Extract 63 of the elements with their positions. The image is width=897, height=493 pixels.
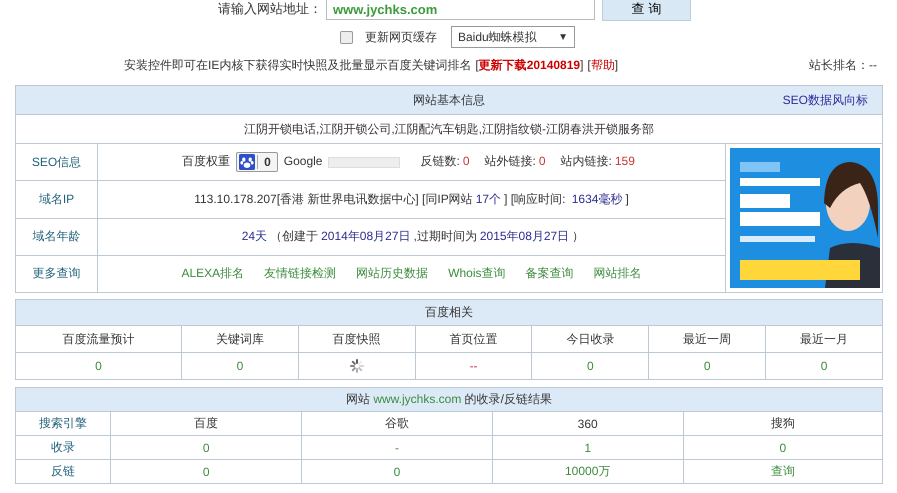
google-label: Google bbox=[284, 154, 322, 168]
section-title: 网站 www.jychks.com 的收录/反链结果 bbox=[346, 392, 552, 406]
table-cell: 0 bbox=[236, 359, 244, 373]
link-stat: 站外链接: 0 bbox=[484, 154, 547, 168]
spider-dropdown[interactable]: Baidu蜘蛛模拟 ▼ bbox=[451, 26, 575, 48]
section-title: 网站基本信息 bbox=[413, 92, 485, 106]
table-cell: -- bbox=[470, 359, 478, 373]
query-link[interactable]: 友情链接检测 bbox=[264, 266, 336, 280]
table-cell: 0 bbox=[704, 359, 711, 373]
url-input[interactable]: www.jychks.com bbox=[326, 0, 595, 20]
query-link[interactable]: 网站历史数据 bbox=[356, 266, 428, 280]
query-link[interactable]: 备案查询 bbox=[526, 266, 574, 280]
table-cell: 0 bbox=[820, 359, 828, 373]
table-cell: - bbox=[394, 440, 399, 454]
link-stat: 反链数: 0 bbox=[420, 154, 470, 168]
column-header: 百度快照 bbox=[332, 332, 381, 346]
url-label: 请输入网站地址： bbox=[217, 0, 322, 18]
rank-label: 站长排名：-- bbox=[809, 56, 877, 74]
table-cell: 0 bbox=[202, 440, 210, 454]
baidu-weight-label: 百度权重 bbox=[182, 154, 230, 168]
query-link[interactable]: 网站排名 bbox=[594, 266, 642, 280]
domain-age: 24天 （创建于 2014年08月27日 ,过期时间为 2015年08月27日 ） bbox=[240, 229, 584, 244]
download-link[interactable]: [更新下载20140819] bbox=[475, 56, 584, 74]
query-button[interactable]: 查 询 bbox=[602, 0, 691, 21]
paw-icon bbox=[239, 154, 256, 170]
table-cell: 查询 bbox=[770, 464, 795, 478]
row-label: 域名年龄 bbox=[32, 229, 80, 244]
loading-icon bbox=[348, 358, 365, 374]
column-header: 最近一周 bbox=[683, 332, 732, 346]
link-stat: 站内链接: 159 bbox=[560, 154, 636, 168]
column-header: 百度流量预计 bbox=[62, 332, 134, 346]
trend-link[interactable]: SEO数据风向标 bbox=[782, 92, 868, 109]
ip-info: 113.10.178.207[香港 新世界电讯数据中心] [同IP网站 17个 ] [响应时间: 1634毫秒 ] bbox=[194, 192, 629, 206]
table-cell: 0 bbox=[202, 464, 210, 478]
help-link[interactable]: [帮助] bbox=[587, 56, 618, 74]
table-cell: 收录 bbox=[51, 440, 76, 454]
column-header: 最近一月 bbox=[800, 332, 848, 346]
row-label: SEO信息 bbox=[32, 154, 82, 169]
query-link[interactable]: Whois查询 bbox=[448, 266, 506, 280]
section-title: 百度相关 bbox=[425, 305, 473, 319]
column-header: 首页位置 bbox=[450, 332, 498, 346]
table-cell: 10000万 bbox=[565, 464, 610, 478]
table-cell: 0 bbox=[779, 440, 786, 454]
column-header: 谷歌 bbox=[384, 416, 409, 430]
site-title: 江阴开锁电话,江阴开锁公司,江阴配汽车钥匙,江阴指纹锁-江阴春洪开锁服务部 bbox=[244, 122, 654, 136]
column-header: 百度 bbox=[194, 416, 218, 430]
table-cell: 0 bbox=[587, 359, 594, 373]
column-header: 关键词库 bbox=[216, 332, 264, 346]
query-link[interactable]: ALEXA排名 bbox=[181, 266, 244, 280]
notice-text: 安装控件即可在IE内核下获得实时快照及批量显示百度关键词排名 bbox=[124, 56, 472, 74]
table-cell: 0 bbox=[394, 464, 400, 478]
table-cell: 0 bbox=[95, 359, 102, 373]
column-header: 搜索引擎 bbox=[39, 416, 88, 430]
table-cell: 反链 bbox=[51, 464, 76, 478]
table-cell: 1 bbox=[584, 440, 592, 454]
baidu-weight-badge: 0 bbox=[236, 152, 278, 172]
cache-label: 更新网页缓存 bbox=[365, 28, 437, 46]
column-header: 360 bbox=[578, 416, 598, 430]
row-label: 域名IP bbox=[38, 192, 74, 206]
column-header: 搜狗 bbox=[770, 416, 795, 430]
column-header: 今日收录 bbox=[566, 332, 614, 346]
cache-checkbox[interactable] bbox=[340, 30, 353, 44]
row-label: 更多查询 bbox=[32, 266, 80, 280]
